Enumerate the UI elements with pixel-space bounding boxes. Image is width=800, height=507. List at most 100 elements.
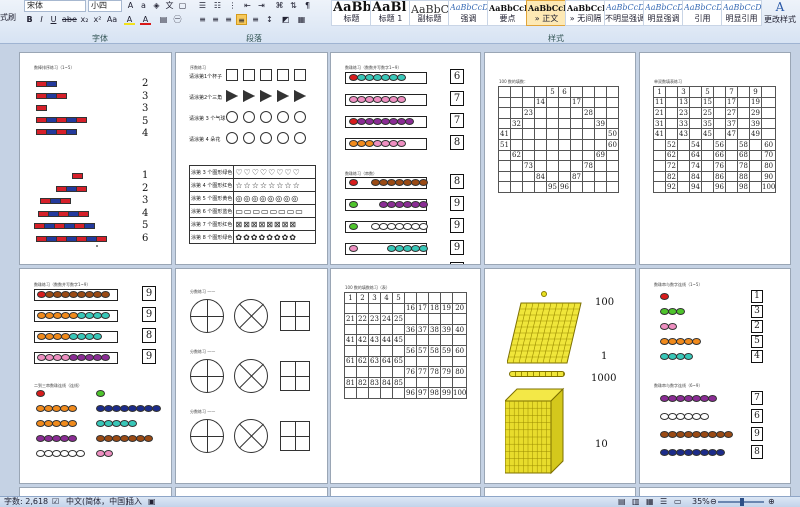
grid-cell xyxy=(749,160,762,172)
change-styles-button[interactable]: A 更改样式 xyxy=(760,0,800,30)
font-color-button[interactable]: A xyxy=(140,14,151,25)
thousand-cube xyxy=(505,387,565,475)
word-count[interactable]: 字数: 2,618 xyxy=(4,497,48,507)
view-draft-icon[interactable]: ▭ xyxy=(674,497,682,507)
view-print-icon[interactable]: ▤ xyxy=(618,497,626,507)
borders-button[interactable]: ▦ xyxy=(296,14,307,25)
style-item-2[interactable]: AaBbC 副标题 xyxy=(409,0,450,26)
chinese-layout-icon[interactable]: ⌘ xyxy=(274,0,285,11)
justify-button[interactable]: ≡ xyxy=(236,14,247,25)
style-item-6[interactable]: AaBbCcD» 无间隔 xyxy=(565,0,606,26)
grid-cell xyxy=(760,117,777,130)
align-center-button[interactable]: ≡ xyxy=(210,14,221,25)
grid-cell: 58 xyxy=(737,138,750,151)
style-item-4[interactable]: AaBbCcD 要点 xyxy=(487,0,528,26)
align-left-button[interactable]: ≡ xyxy=(197,14,208,25)
grid-cell xyxy=(653,160,666,172)
style-item-5[interactable]: AaBbCcD» 正文 xyxy=(526,0,567,26)
subscript-button[interactable]: x₂ xyxy=(79,14,90,25)
char-shading-icon[interactable]: ▤ xyxy=(158,14,169,25)
view-web-icon[interactable]: ▦ xyxy=(646,497,654,507)
zoom-in-icon[interactable]: ⊕ xyxy=(768,497,775,507)
grid-cell xyxy=(582,117,595,130)
grid-cell xyxy=(451,376,468,389)
bead xyxy=(96,390,105,397)
font-size-select[interactable]: 小四 xyxy=(88,0,122,12)
view-outline-icon[interactable]: ☰ xyxy=(660,497,667,507)
grid-cell: 35 xyxy=(701,117,714,130)
bead-row xyxy=(387,245,428,252)
shrink-font-icon[interactable]: a xyxy=(138,0,149,11)
change-case-button[interactable]: Aa xyxy=(105,14,119,25)
border-char-icon[interactable]: ▢ xyxy=(177,0,188,11)
style-item-8[interactable]: AaBbCcD 明显强调 xyxy=(643,0,684,26)
bold-button[interactable]: B xyxy=(24,14,35,25)
grid-cell: 25 xyxy=(392,313,405,325)
grow-font-icon[interactable]: A xyxy=(125,0,136,11)
pinyin-icon[interactable]: 文 xyxy=(164,0,175,11)
style-item-9[interactable]: AaBbCcD 引用 xyxy=(682,0,723,26)
show-marks-icon[interactable]: ¶ xyxy=(302,0,313,11)
grid-cell xyxy=(546,160,559,172)
highlight-button[interactable]: A xyxy=(124,14,135,25)
grid-cell: 59 xyxy=(440,344,453,357)
bead xyxy=(419,179,428,186)
bead xyxy=(68,405,77,412)
language-indicator[interactable]: 中文(简体，中国) xyxy=(66,497,128,507)
style-item-3[interactable]: AaBbCcD 强调 xyxy=(448,0,489,26)
number-rod xyxy=(72,173,83,179)
bead xyxy=(397,140,406,147)
grid-cell xyxy=(606,86,619,98)
increase-indent-icon[interactable]: ⇥ xyxy=(256,0,267,11)
proof-icon[interactable]: ☑ xyxy=(52,497,59,507)
style-name: 标题 xyxy=(343,14,360,23)
line-spacing-button[interactable]: ↕ xyxy=(264,14,275,25)
sort-icon[interactable]: ⇅ xyxy=(288,0,299,11)
grid-cell xyxy=(570,138,583,151)
align-right-button[interactable]: ≡ xyxy=(223,14,234,25)
insert-mode[interactable]: 插入 xyxy=(126,497,142,507)
zoom-out-icon[interactable]: ⊖ xyxy=(710,497,717,507)
flower-icon xyxy=(277,132,289,144)
document-area[interactable]: 数棒排序练习（1~5） 23354 123456 序数练习 请涂第1个杯子 请涂第… xyxy=(0,44,800,499)
grid-cell xyxy=(404,355,417,368)
grid-row: 31 33 35 37 39 xyxy=(653,117,777,130)
grid-cell xyxy=(534,138,547,151)
italic-button[interactable]: I xyxy=(36,14,47,25)
bead xyxy=(397,74,406,81)
bead-row xyxy=(371,179,428,186)
underline-button[interactable]: U xyxy=(48,14,59,25)
macro-icon[interactable]: ▣ xyxy=(148,497,156,507)
zoom-level[interactable]: 35% xyxy=(692,497,710,507)
grid-cell xyxy=(582,149,595,162)
table-row: 涂第 6 个图形蓝色 ▭▭▭▭▭▭▭▭ xyxy=(188,204,316,218)
font-name-select[interactable]: 宋体 xyxy=(24,0,86,12)
grid-cell xyxy=(653,138,666,151)
balloon-icon xyxy=(277,111,289,123)
multilevel-list-icon[interactable]: ⋮ xyxy=(227,0,238,11)
enclose-char-icon[interactable]: ㊀ xyxy=(172,14,183,25)
bead xyxy=(668,323,677,330)
grid-cell xyxy=(701,170,714,183)
clear-format-icon[interactable]: ◈ xyxy=(151,0,162,11)
grid-row: 62 64 66 68 70 xyxy=(653,149,777,162)
grid-cell: 28 xyxy=(582,107,595,119)
style-item-10[interactable]: AaBbCcD 明显引用 xyxy=(721,0,762,26)
distribute-button[interactable]: ≡ xyxy=(250,14,261,25)
rod-number: 5 xyxy=(142,115,149,127)
bullets-icon[interactable]: ☰ xyxy=(197,0,208,11)
view-fullscreen-icon[interactable]: ▥ xyxy=(632,497,640,507)
shading-button[interactable]: ◩ xyxy=(280,14,291,25)
grid-cell xyxy=(677,149,690,162)
superscript-button[interactable]: x² xyxy=(92,14,103,25)
grid-row: 62 69 xyxy=(498,149,619,162)
numbering-icon[interactable]: ☷ xyxy=(212,0,223,11)
style-item-1[interactable]: AaBl 标题 1 xyxy=(370,0,411,26)
circle-x xyxy=(234,419,268,453)
strikethrough-button[interactable]: abe xyxy=(62,14,77,25)
style-item-0[interactable]: AaBbC 标题 xyxy=(331,0,372,26)
format-painter-button[interactable]: 式刷 xyxy=(0,12,16,23)
style-item-7[interactable]: AaBbCcD 不明显强调 xyxy=(604,0,645,26)
decrease-indent-icon[interactable]: ⇤ xyxy=(242,0,253,11)
zoom-slider-thumb[interactable] xyxy=(740,498,744,506)
